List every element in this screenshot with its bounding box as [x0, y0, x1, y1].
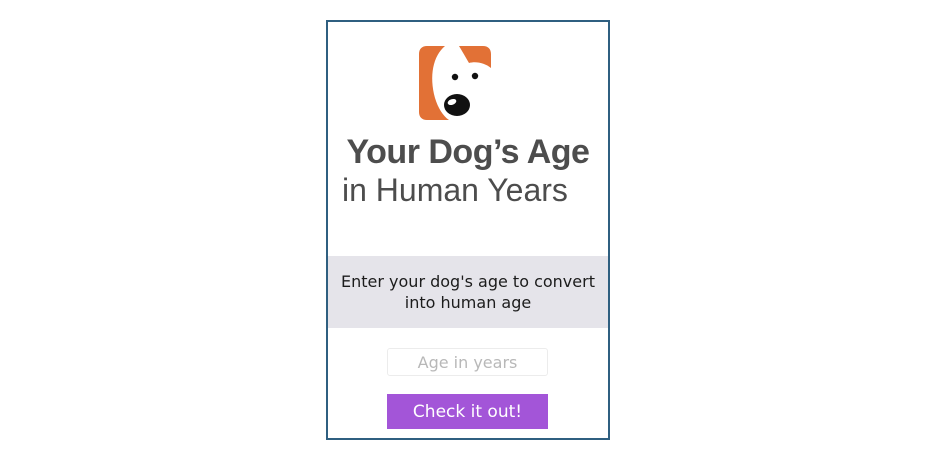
app-window: Your Dog’s Age in Human Years Enter your…	[326, 20, 610, 440]
instruction-banner: Enter your dog's age to convert into hum…	[328, 256, 608, 328]
instruction-text: Enter your dog's age to convert into hum…	[341, 272, 595, 312]
dog-face-icon	[419, 46, 491, 120]
app-subtitle: in Human Years	[342, 172, 568, 208]
age-input[interactable]	[387, 348, 548, 376]
check-it-out-button[interactable]: Check it out!	[387, 394, 548, 429]
app-title: Your Dog’s Age	[346, 133, 590, 171]
